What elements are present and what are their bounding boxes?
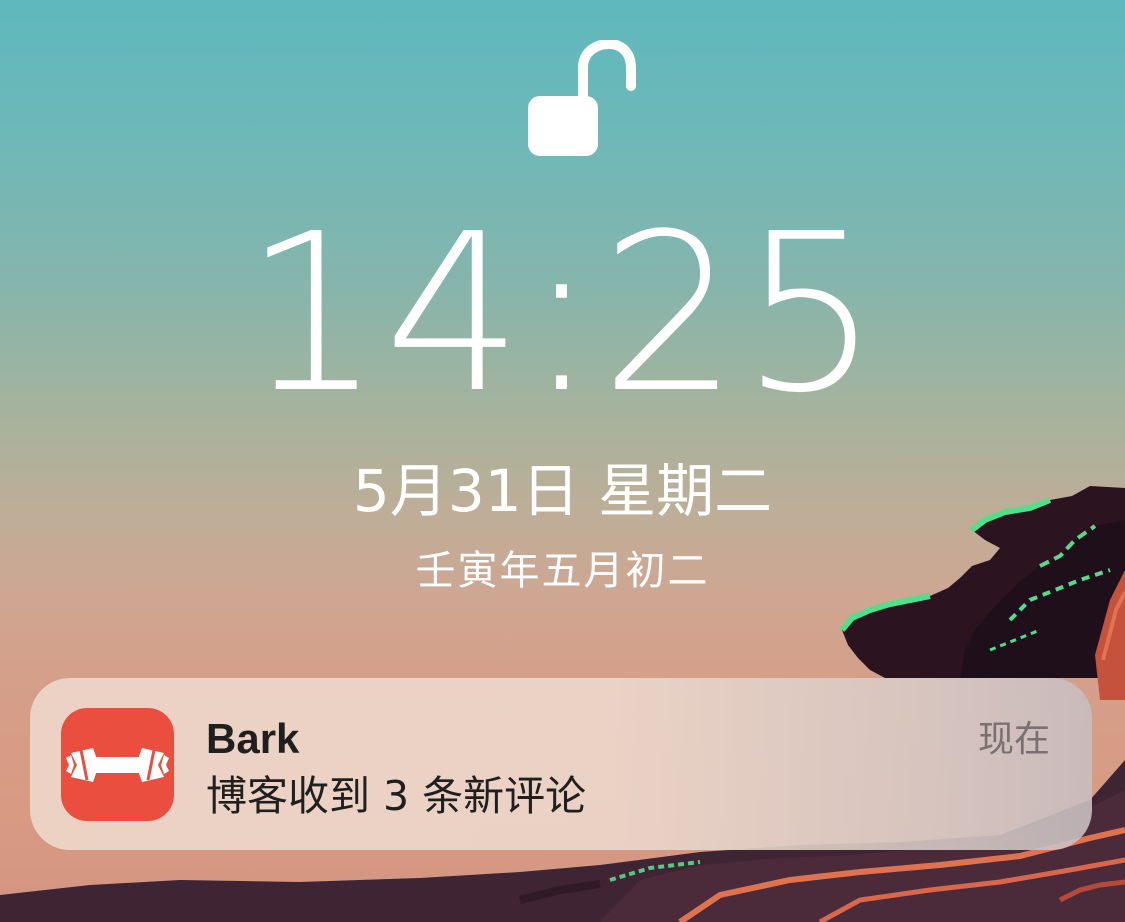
bark-app-icon [61,708,174,821]
notification-message: 博客收到 3 条新评论 [206,772,587,820]
date-label: 5月31日 星期二 [352,457,773,525]
notification-card[interactable]: Bark 博客收到 3 条新评论 现在 [30,678,1092,850]
clock-time: 14:25 [243,188,882,441]
unlocked-padlock-icon [528,40,636,156]
lunar-date-label: 壬寅年五月初二 [415,548,710,594]
notification-app-name: Bark [206,715,300,762]
notification-timestamp: 现在 [977,719,1050,760]
